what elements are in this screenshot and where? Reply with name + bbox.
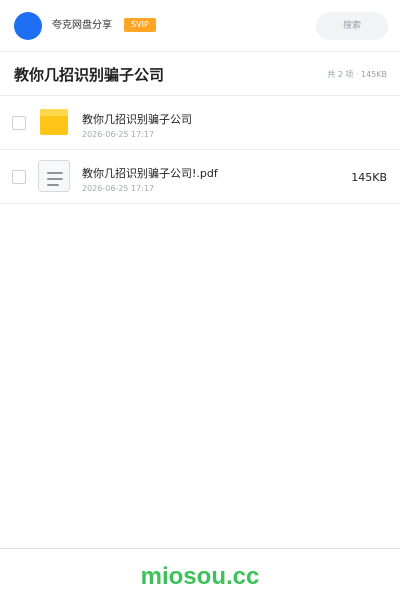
file-row-pdf[interactable]: 教你几招识别骗子公司!.pdf 2026-06-25 17:17 145KB [0, 150, 400, 204]
file-date: 2026-06-25 17:17 [82, 130, 155, 139]
title-bar: 教你几招识别骗子公司 共 2 项 · 145KB [0, 52, 400, 96]
svip-badge: SVIP [124, 18, 156, 32]
site-logo[interactable]: miosou.cc [0, 563, 400, 591]
folder-icon [40, 109, 68, 135]
file-date: 2026-06-25 17:17 [82, 184, 155, 193]
search-input[interactable]: 搜索 [316, 12, 388, 40]
file-size: 145KB [351, 171, 387, 184]
row-checkbox[interactable] [12, 170, 26, 184]
file-summary: 共 2 项 · 145KB [327, 70, 387, 79]
user-name[interactable]: 夸克网盘分享 [52, 19, 112, 33]
file-name[interactable]: 教你几招识别骗子公司 [82, 113, 192, 127]
header: 夸克网盘分享 SVIP 搜索 [0, 0, 400, 52]
footer: miosou.cc [0, 548, 400, 600]
file-row-folder[interactable]: 教你几招识别骗子公司 2026-06-25 17:17 [0, 96, 400, 150]
document-icon [38, 160, 70, 192]
row-checkbox[interactable] [12, 116, 26, 130]
avatar[interactable] [14, 12, 42, 40]
page-title: 教你几招识别骗子公司 [14, 66, 165, 84]
file-name[interactable]: 教你几招识别骗子公司!.pdf [82, 167, 218, 181]
